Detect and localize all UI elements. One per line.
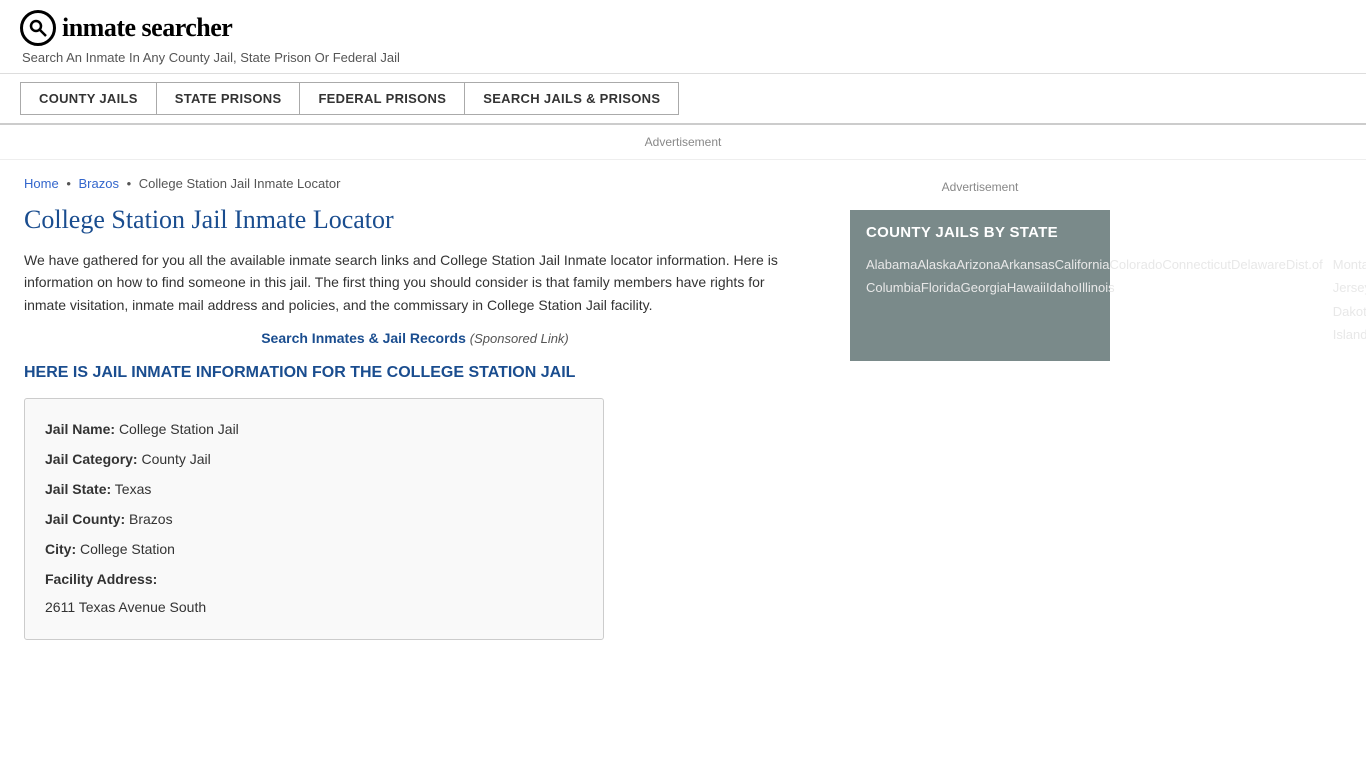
tagline: Search An Inmate In Any County Jail, Sta… xyxy=(22,50,1346,65)
breadcrumb-sep1: • xyxy=(66,176,71,191)
jail-county-label: Jail County: xyxy=(45,511,125,527)
states-col-left: AlabamaAlaskaArizonaArkansasCaliforniaCo… xyxy=(866,253,1323,347)
jail-address-label: Facility Address: xyxy=(45,571,157,587)
state-link-delaware[interactable]: Delaware xyxy=(1231,257,1286,272)
nav-county-jails[interactable]: COUNTY JAILS xyxy=(20,82,157,115)
jail-city-value: College Station xyxy=(80,541,175,557)
state-link-montana[interactable]: Montana xyxy=(1333,257,1366,272)
jail-category-value: County Jail xyxy=(141,451,210,467)
jail-state-row: Jail State: Texas xyxy=(45,475,583,503)
logo-area: inmate searcher xyxy=(20,10,1346,46)
county-jails-box: COUNTY JAILS BY STATE AlabamaAlaskaArizo… xyxy=(850,210,1110,361)
state-link-arkansas[interactable]: Arkansas xyxy=(1000,257,1054,272)
header: inmate searcher Search An Inmate In Any … xyxy=(0,0,1366,74)
jail-address-row: Facility Address: 2611 Texas Avenue Sout… xyxy=(45,565,583,621)
jail-name-label: Jail Name: xyxy=(45,421,115,437)
sponsored-link[interactable]: Search Inmates & Jail Records xyxy=(261,330,466,346)
breadcrumb-brazos[interactable]: Brazos xyxy=(79,176,119,191)
logo-text: inmate searcher xyxy=(62,13,232,43)
nav-federal-prisons[interactable]: FEDERAL PRISONS xyxy=(300,82,465,115)
jail-county-row: Jail County: Brazos xyxy=(45,505,583,533)
county-jails-title: COUNTY JAILS BY STATE xyxy=(866,224,1094,241)
state-link-alaska[interactable]: Alaska xyxy=(917,257,956,272)
jail-name-row: Jail Name: College Station Jail xyxy=(45,415,583,443)
state-link-connecticut[interactable]: Connecticut xyxy=(1162,257,1231,272)
jail-county-value: Brazos xyxy=(129,511,173,527)
sponsored-link-area: Search Inmates & Jail Records (Sponsored… xyxy=(24,330,806,346)
state-link-florida[interactable]: Florida xyxy=(921,280,961,295)
sponsored-note: (Sponsored Link) xyxy=(470,331,569,346)
states-col-right: MontanaNebraskaNevadaNew HampshireNew Je… xyxy=(1333,253,1366,347)
state-link-idaho[interactable]: Idaho xyxy=(1046,280,1079,295)
state-link-california[interactable]: California xyxy=(1055,257,1110,272)
info-box: Jail Name: College Station Jail Jail Cat… xyxy=(24,398,604,640)
breadcrumb-home[interactable]: Home xyxy=(24,176,59,191)
ad-bar: Advertisement xyxy=(0,125,1366,160)
main-content: Home • Brazos • College Station Jail Inm… xyxy=(0,160,830,656)
page-title: College Station Jail Inmate Locator xyxy=(24,205,806,235)
breadcrumb-current: College Station Jail Inmate Locator xyxy=(139,176,341,191)
state-link-arizona[interactable]: Arizona xyxy=(956,257,1000,272)
jail-address-value: 2611 Texas Avenue South xyxy=(45,593,583,621)
breadcrumb: Home • Brazos • College Station Jail Inm… xyxy=(24,176,806,191)
intro-text: We have gathered for you all the availab… xyxy=(24,249,806,316)
jail-name-value: College Station Jail xyxy=(119,421,239,437)
jail-state-label: Jail State: xyxy=(45,481,111,497)
state-link-hawaii[interactable]: Hawaii xyxy=(1007,280,1046,295)
nav-bar: COUNTY JAILS STATE PRISONS FEDERAL PRISO… xyxy=(0,74,1366,125)
sidebar-ad: Advertisement xyxy=(850,180,1110,194)
jail-city-row: City: College Station xyxy=(45,535,583,563)
state-link-colorado[interactable]: Colorado xyxy=(1110,257,1163,272)
sidebar: Advertisement COUNTY JAILS BY STATE Alab… xyxy=(830,160,1130,656)
section-heading: HERE IS JAIL INMATE INFORMATION FOR THE … xyxy=(24,364,806,382)
jail-category-row: Jail Category: County Jail xyxy=(45,445,583,473)
state-link-georgia[interactable]: Georgia xyxy=(961,280,1007,295)
nav-search[interactable]: SEARCH JAILS & PRISONS xyxy=(465,82,679,115)
jail-city-label: City: xyxy=(45,541,76,557)
state-link-alabama[interactable]: Alabama xyxy=(866,257,917,272)
content-wrapper: Home • Brazos • College Station Jail Inm… xyxy=(0,160,1366,656)
nav-state-prisons[interactable]: STATE PRISONS xyxy=(157,82,301,115)
jail-category-label: Jail Category: xyxy=(45,451,138,467)
states-grid: AlabamaAlaskaArizonaArkansasCaliforniaCo… xyxy=(866,253,1094,347)
state-link-illinois[interactable]: Illinois xyxy=(1078,280,1114,295)
logo-icon xyxy=(20,10,56,46)
breadcrumb-sep2: • xyxy=(127,176,132,191)
jail-state-value: Texas xyxy=(115,481,152,497)
